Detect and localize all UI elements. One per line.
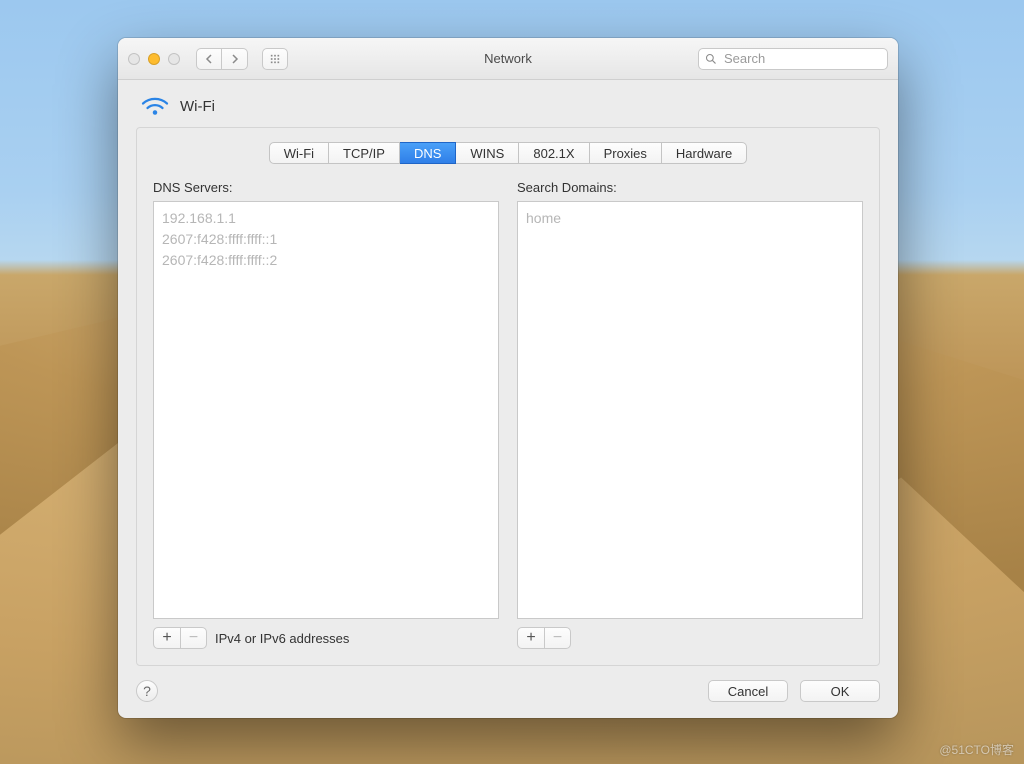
wifi-icon [140,94,170,119]
remove-search-domain-button[interactable]: − [544,628,570,648]
add-dns-server-button[interactable]: + [154,628,180,648]
interface-name: Wi-Fi [180,98,215,115]
search-domains-footer: + − [517,627,863,649]
list-item[interactable]: 2607:f428:ffff:ffff::1 [162,229,490,250]
tab-hardware[interactable]: Hardware [662,142,747,164]
tab-wins[interactable]: WINS [456,142,519,164]
grid-icon [270,54,280,64]
search-input[interactable] [722,50,881,67]
dns-servers-column: DNS Servers: 192.168.1.1 2607:f428:ffff:… [153,180,499,649]
titlebar: Network [118,38,898,80]
zoom-window-button[interactable] [168,53,180,65]
bottom-bar: ? Cancel OK [118,680,898,718]
preferences-window: Network Wi-Fi Wi-Fi TCP/ [118,38,898,718]
tab-bar: Wi-Fi TCP/IP DNS WINS 802.1X Proxies Har… [269,142,748,164]
dns-columns: DNS Servers: 192.168.1.1 2607:f428:ffff:… [153,180,863,649]
tab-proxies[interactable]: Proxies [590,142,662,164]
cancel-button[interactable]: Cancel [708,680,788,702]
search-field-wrapper[interactable] [698,48,888,70]
search-domains-column: Search Domains: home + − [517,180,863,649]
dns-servers-footer: + − IPv4 or IPv6 addresses [153,627,499,649]
back-button[interactable] [196,48,222,70]
forward-button[interactable] [222,48,248,70]
list-item[interactable]: 2607:f428:ffff:ffff::2 [162,250,490,271]
watermark: @51CTO博客 [939,741,1014,758]
show-all-button[interactable] [262,48,288,70]
tab-dns[interactable]: DNS [400,142,456,164]
dns-hint: IPv4 or IPv6 addresses [215,631,349,646]
dns-servers-add-remove: + − [153,627,207,649]
dns-servers-label: DNS Servers: [153,180,499,195]
search-domains-add-remove: + − [517,627,571,649]
add-search-domain-button[interactable]: + [518,628,544,648]
search-domains-list[interactable]: home [517,201,863,619]
dns-servers-list[interactable]: 192.168.1.1 2607:f428:ffff:ffff::1 2607:… [153,201,499,619]
desktop-background: Network Wi-Fi Wi-Fi TCP/ [0,0,1024,764]
nav-back-forward [196,48,248,70]
tab-8021x[interactable]: 802.1X [519,142,589,164]
tab-wifi[interactable]: Wi-Fi [269,142,329,164]
list-item[interactable]: 192.168.1.1 [162,208,490,229]
minimize-window-button[interactable] [148,53,160,65]
interface-header: Wi-Fi [118,80,898,127]
window-controls [128,53,180,65]
search-domains-label: Search Domains: [517,180,863,195]
content-panel: Wi-Fi TCP/IP DNS WINS 802.1X Proxies Har… [136,127,880,666]
ok-button[interactable]: OK [800,680,880,702]
tab-tcpip[interactable]: TCP/IP [329,142,400,164]
remove-dns-server-button[interactable]: − [180,628,206,648]
list-item[interactable]: home [526,208,854,229]
chevron-right-icon [230,54,240,64]
chevron-left-icon [204,54,214,64]
search-icon [705,53,717,65]
close-window-button[interactable] [128,53,140,65]
help-button[interactable]: ? [136,680,158,702]
